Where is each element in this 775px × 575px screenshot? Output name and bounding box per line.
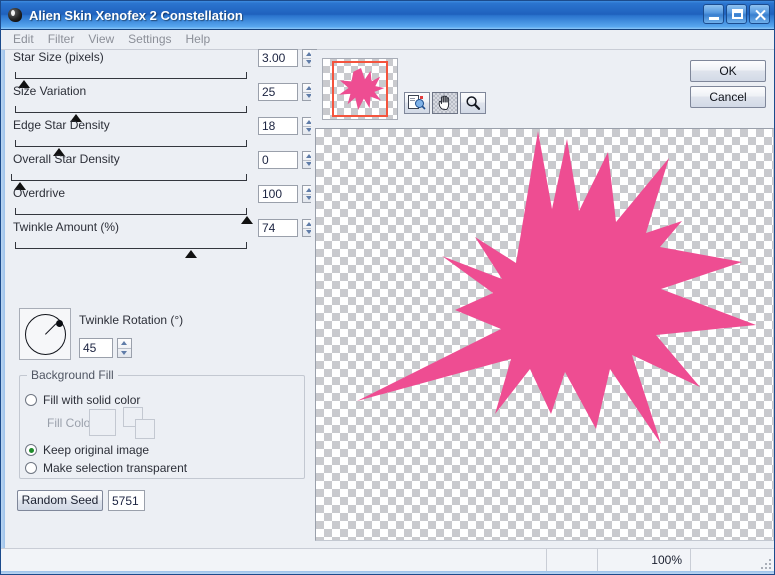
twinkle-rotation-input[interactable]: 45 bbox=[79, 338, 113, 358]
spinner-up-button[interactable] bbox=[118, 339, 131, 349]
background-fill-title: Background Fill bbox=[27, 368, 118, 382]
slider-value-input[interactable]: 74 bbox=[258, 219, 298, 237]
slider-track[interactable] bbox=[15, 140, 247, 156]
menu-item-filter[interactable]: Filter bbox=[42, 31, 83, 48]
radio-keep-original-image[interactable]: Keep original image bbox=[25, 443, 149, 457]
menu-item-view[interactable]: View bbox=[82, 31, 122, 48]
slider-thumb[interactable] bbox=[185, 250, 197, 258]
dial-knob-handle[interactable] bbox=[56, 320, 63, 327]
menu-item-settings[interactable]: Settings bbox=[122, 31, 179, 48]
slider-track[interactable] bbox=[11, 174, 247, 190]
preview-compare-icon bbox=[408, 95, 426, 110]
zoom-level-indicator[interactable]: 100% bbox=[598, 549, 691, 571]
slider-value-input[interactable]: 25 bbox=[258, 83, 298, 101]
status-bar: 100% bbox=[1, 548, 774, 571]
random-seed-button[interactable]: Random Seed bbox=[17, 490, 103, 511]
slider-track[interactable] bbox=[15, 208, 253, 224]
close-button[interactable] bbox=[749, 4, 770, 24]
settings-panel: Star Size (pixels) 3.00 Size Variation 2… bbox=[5, 49, 317, 548]
twinkle-rotation-spinner[interactable] bbox=[117, 338, 132, 358]
radio-label: Make selection transparent bbox=[43, 461, 188, 475]
slider-track[interactable] bbox=[15, 242, 247, 258]
maximize-button[interactable] bbox=[726, 4, 747, 24]
zoom-magnifier-tool-button[interactable] bbox=[460, 92, 486, 114]
slider-value-input[interactable]: 0 bbox=[258, 151, 298, 169]
menu-item-edit[interactable]: Edit bbox=[7, 31, 42, 48]
radio-button-icon[interactable] bbox=[25, 394, 37, 406]
fill-color-swatch-secondary-b[interactable] bbox=[135, 419, 155, 439]
radio-button-icon[interactable] bbox=[25, 444, 37, 456]
preview-compare-tool-button[interactable] bbox=[404, 92, 430, 114]
resize-grip-icon[interactable] bbox=[759, 557, 771, 569]
slider-row-size-variation: Size Variation 25 bbox=[11, 83, 317, 122]
window-title: Alien Skin Xenofex 2 Constellation bbox=[29, 7, 243, 23]
radio-make-selection-transparent[interactable]: Make selection transparent bbox=[25, 461, 187, 475]
slider-row-overall-star-density: Overall Star Density 0 bbox=[11, 151, 317, 190]
star-preview-image bbox=[357, 131, 756, 444]
window-controls bbox=[703, 4, 770, 24]
hand-icon bbox=[438, 95, 450, 111]
preview-tool-buttons bbox=[404, 92, 488, 114]
slider-row-star-size: Star Size (pixels) 3.00 bbox=[11, 49, 317, 88]
random-seed-input[interactable]: 5751 bbox=[108, 490, 145, 511]
slider-value-input[interactable]: 100 bbox=[258, 185, 298, 203]
app-blob-icon bbox=[6, 6, 24, 24]
status-grip-area bbox=[691, 549, 774, 571]
slider-row-edge-star-density: Edge Star Density 18 bbox=[11, 117, 317, 156]
spinner-down-button[interactable] bbox=[118, 349, 131, 358]
bottom-edge-rail bbox=[1, 571, 774, 574]
twinkle-rotation-label: Twinkle Rotation (°) bbox=[79, 313, 184, 327]
menu-item-help[interactable]: Help bbox=[180, 31, 219, 48]
status-segment-secondary bbox=[547, 549, 598, 571]
slider-label: Size Variation bbox=[13, 84, 87, 98]
slider-label: Twinkle Amount (%) bbox=[13, 220, 120, 234]
cancel-button[interactable]: Cancel bbox=[690, 86, 766, 108]
menu-bar: Edit Filter View Settings Help bbox=[1, 30, 774, 50]
ok-button[interactable]: OK bbox=[690, 60, 766, 82]
slider-value-input[interactable]: 18 bbox=[258, 117, 298, 135]
preview-panel: OK Cancel bbox=[311, 50, 774, 548]
status-message-area bbox=[1, 549, 547, 571]
application-window: Alien Skin Xenofex 2 Constellation Edit … bbox=[0, 0, 775, 575]
title-bar: Alien Skin Xenofex 2 Constellation bbox=[1, 1, 774, 30]
slider-value-input[interactable]: 3.00 bbox=[258, 49, 298, 67]
magnifier-icon bbox=[466, 96, 481, 110]
fill-color-label: Fill Color bbox=[47, 416, 95, 430]
slider-label: Star Size (pixels) bbox=[13, 50, 104, 64]
radio-fill-with-solid-color[interactable]: Fill with solid color bbox=[25, 393, 140, 407]
slider-label: Edge Star Density bbox=[13, 118, 110, 132]
slider-label: Overdrive bbox=[13, 186, 66, 200]
navigator-selection-rect[interactable] bbox=[332, 61, 388, 117]
hand-pan-tool-button[interactable] bbox=[432, 92, 458, 114]
fill-color-swatch[interactable] bbox=[89, 409, 116, 436]
slider-row-twinkle-amount: Twinkle Amount (%) 74 bbox=[11, 219, 317, 258]
slider-track[interactable] bbox=[15, 72, 247, 88]
radio-label: Keep original image bbox=[43, 443, 150, 457]
minimize-button[interactable] bbox=[703, 4, 724, 24]
slider-label: Overall Star Density bbox=[13, 152, 120, 166]
radio-button-icon[interactable] bbox=[25, 462, 37, 474]
twinkle-rotation-dial[interactable] bbox=[19, 308, 71, 360]
slider-row-overdrive: Overdrive 100 bbox=[11, 185, 317, 224]
window-body: Star Size (pixels) 3.00 Size Variation 2… bbox=[1, 49, 774, 548]
preview-canvas[interactable] bbox=[315, 128, 774, 541]
slider-track[interactable] bbox=[15, 106, 247, 122]
radio-label: Fill with solid color bbox=[43, 393, 141, 407]
thumbnail-navigator[interactable] bbox=[322, 58, 398, 120]
